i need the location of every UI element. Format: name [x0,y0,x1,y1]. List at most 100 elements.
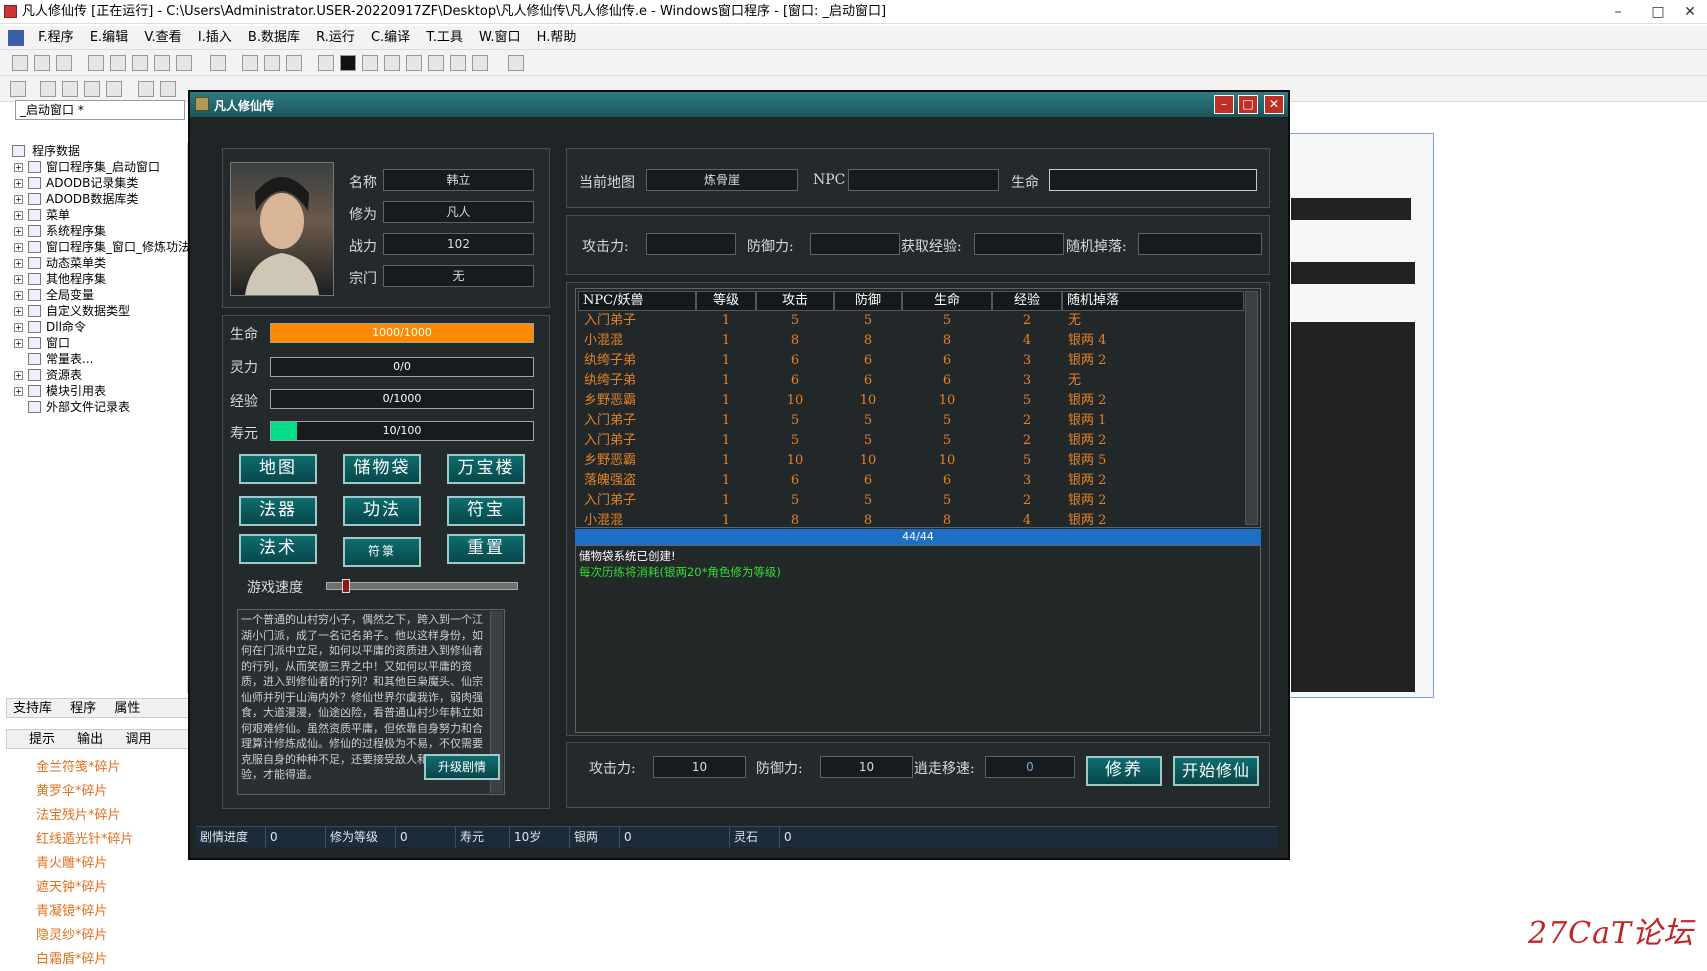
speed-slider-thumb[interactable] [341,579,350,593]
tree-item[interactable]: + 其他程序集 [10,271,187,287]
expand-icon[interactable]: + [14,211,23,220]
open-file-icon[interactable] [34,55,50,71]
list-item[interactable]: 遮天钟*碎片 [0,876,192,900]
menu-edit[interactable]: E.编辑 [84,26,134,50]
align-right-icon[interactable] [62,81,78,97]
tree-item[interactable]: 常量表... [10,351,187,367]
list-item[interactable]: 法宝残片*碎片 [0,804,192,828]
expand-icon[interactable]: + [14,339,23,348]
window-selector[interactable]: _启动窗口 * [15,100,185,120]
talisman-button[interactable]: 符箓 [343,537,421,567]
list-item[interactable]: 隐灵纱*碎片 [0,924,192,948]
step-over-icon[interactable] [406,55,422,71]
tree-root[interactable]: 程序数据 [10,143,187,159]
table-row[interactable]: 入门弟子 1 5 5 5 2 无 [578,311,1242,331]
tree-item[interactable]: + 自定义数据类型 [10,303,187,319]
tab-program[interactable]: 程序 [56,701,96,716]
menu-help[interactable]: H.帮助 [531,26,583,50]
expand-icon[interactable]: + [14,243,23,252]
maximize-icon[interactable]: □ [1640,0,1676,23]
tree-item[interactable]: + ADODB数据库类 [10,191,187,207]
tab-support-lib[interactable]: 支持库 [7,701,52,716]
debug-icon[interactable] [508,55,524,71]
expand-icon[interactable]: + [14,163,23,172]
expand-icon[interactable]: + [14,227,23,236]
tree-item[interactable]: + 系统程序集 [10,223,187,239]
tree-item[interactable]: + 模块引用表 [10,383,187,399]
menu-insert[interactable]: I.插入 [192,26,238,50]
map-button[interactable]: 地图 [239,454,317,484]
new-file-icon[interactable] [12,55,28,71]
header-hp[interactable]: 生命 [902,291,992,311]
list-item[interactable]: 青火雕*碎片 [0,852,192,876]
copy-icon[interactable] [110,55,126,71]
table-row[interactable]: 纨绔子弟 1 6 6 6 3 银两 2 [578,351,1242,371]
undo-icon[interactable] [176,55,192,71]
layout3-icon[interactable] [286,55,302,71]
upgrade-story-button[interactable]: 升级剧情 [424,754,500,780]
expand-icon[interactable]: + [14,195,23,204]
same-width-icon[interactable] [138,81,154,97]
talisman-treasure-button[interactable]: 符宝 [447,496,525,526]
list-item[interactable]: 青凝镜*碎片 [0,900,192,924]
step-icon[interactable] [362,55,378,71]
tab-callstack[interactable]: 调用 [107,732,151,747]
menu-window[interactable]: W.窗口 [473,26,527,50]
expand-icon[interactable]: + [14,179,23,188]
tree-item[interactable]: + 窗口程序集_窗口_修炼功法 [10,239,190,255]
align-bottom-icon[interactable] [106,81,122,97]
tree-item[interactable]: + Dll命令 [10,319,187,335]
expand-icon[interactable]: + [14,291,23,300]
stop-icon[interactable] [340,55,356,71]
tree-item[interactable]: + 全局变量 [10,287,187,303]
menu-database[interactable]: B.数据库 [242,26,306,50]
expand-icon[interactable]: + [14,307,23,316]
paste-icon[interactable] [132,55,148,71]
run-icon[interactable] [318,55,334,71]
table-scrollbar[interactable] [1245,291,1258,525]
table-row[interactable]: 小混混 1 8 8 8 4 银两 4 [578,331,1242,351]
spell-button[interactable]: 法术 [239,534,317,564]
menu-tools[interactable]: T.工具 [420,26,469,50]
expand-icon[interactable]: + [14,323,23,332]
same-height-icon[interactable] [160,81,176,97]
list-item[interactable]: 白霜盾*碎片 [0,948,192,971]
hand-icon[interactable] [472,55,488,71]
close-icon[interactable]: ✕ [1672,0,1707,23]
expand-icon[interactable]: + [14,387,23,396]
tab-properties[interactable]: 属性 [100,701,140,716]
maximize-icon[interactable]: □ [1238,95,1258,114]
list-item[interactable]: 红线遁光针*碎片 [0,828,192,852]
header-defense[interactable]: 防御 [834,291,902,311]
table-row[interactable]: 入门弟子 1 5 5 5 2 银两 1 [578,411,1242,431]
menu-run[interactable]: R.运行 [310,26,361,50]
table-row[interactable]: 乡野恶霸 1 10 10 10 5 银两 2 [578,391,1242,411]
align-left-icon[interactable] [40,81,56,97]
rest-button[interactable]: 修养 [1086,756,1162,786]
expand-icon[interactable]: + [14,259,23,268]
save-icon[interactable] [56,55,72,71]
table-row[interactable]: 入门弟子 1 5 5 5 2 银两 2 [578,431,1242,451]
header-level[interactable]: 等级 [696,291,756,311]
table-row[interactable]: 入门弟子 1 5 5 5 2 银两 2 [578,491,1242,511]
tree-item[interactable]: + 窗口 [10,335,187,351]
close-icon[interactable]: ✕ [1264,95,1284,114]
expand-icon[interactable]: + [14,275,23,284]
header-name[interactable]: NPC/妖兽 [578,291,696,311]
tab-output[interactable]: 输出 [59,732,103,747]
cut-icon[interactable] [88,55,104,71]
header-attack[interactable]: 攻击 [756,291,834,311]
list-item[interactable]: 黄罗伞*碎片 [0,780,192,804]
table-row[interactable]: 乡野恶霸 1 10 10 10 5 银两 5 [578,451,1242,471]
storage-bag-button[interactable]: 储物袋 [343,454,421,484]
tree-item[interactable]: + ADODB记录集类 [10,175,187,191]
align-top-icon[interactable] [84,81,100,97]
tree-item[interactable]: + 资源表 [10,367,187,383]
step-into-icon[interactable] [384,55,400,71]
minimize-icon[interactable]: – [1214,95,1234,114]
header-exp[interactable]: 经验 [992,291,1062,311]
tab-hints[interactable]: 提示 [7,732,55,747]
expand-icon[interactable]: + [14,371,23,380]
start-cultivation-button[interactable]: 开始修仙 [1173,756,1259,786]
table-row[interactable]: 纨绔子弟 1 6 6 6 3 无 [578,371,1242,391]
